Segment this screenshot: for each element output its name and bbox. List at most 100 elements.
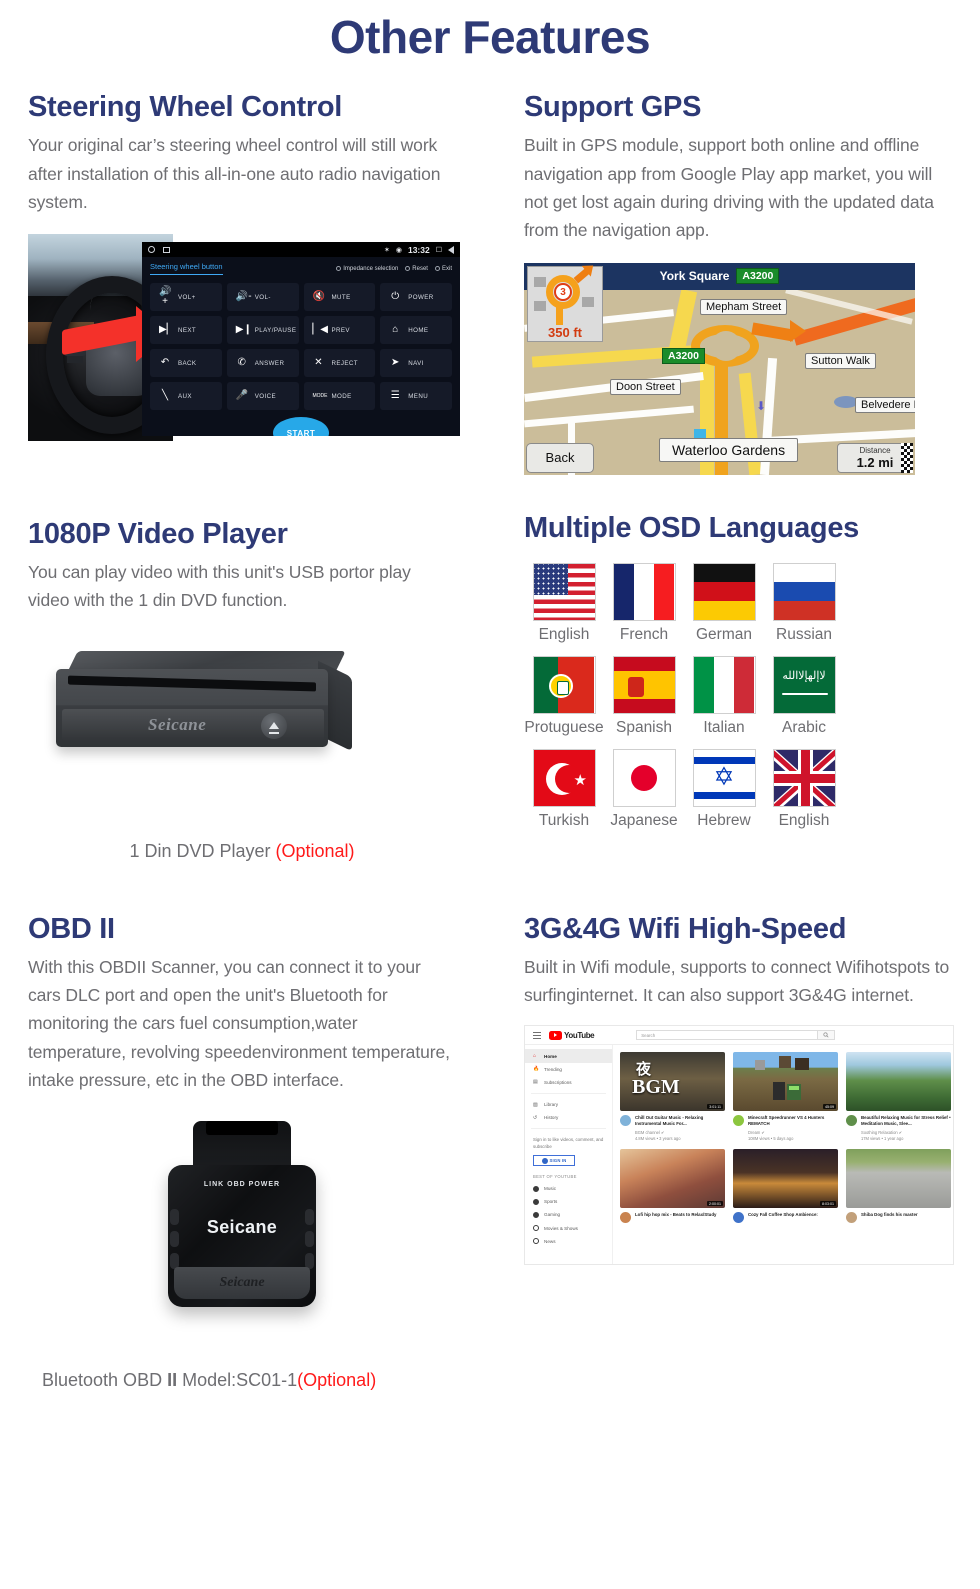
swc-button-home[interactable]: ⌂ HOME — [380, 316, 452, 345]
video-title[interactable]: Lofi hip hop mix - Beats to Relax/Study — [635, 1212, 716, 1218]
youtube-logo[interactable]: YouTube — [549, 1030, 595, 1040]
best-item-gaming[interactable]: Gaming — [525, 1208, 612, 1221]
swc-button-power[interactable]: ⏻ POWER — [380, 283, 452, 312]
sidebar-item-home[interactable]: ⌂ Home — [525, 1049, 612, 1063]
next-turn-indicator: 3 350 ft — [527, 265, 603, 342]
obd-connector — [193, 1121, 291, 1170]
video-meta: Shiba Dog finds his master — [846, 1211, 951, 1223]
section-video-player: 1080P Video Player You can play video wi… — [0, 475, 490, 862]
sidebar-item-label: Trending — [544, 1066, 562, 1072]
tab-steering-wheel-button[interactable]: Steering wheel button — [150, 262, 223, 276]
volume-up-icon: 🔊+ — [159, 286, 172, 308]
channel-avatar[interactable] — [620, 1211, 631, 1223]
trending-icon: 🔥 — [533, 1066, 540, 1073]
language-option-french[interactable]: French — [604, 562, 684, 644]
language-option-arabic[interactable]: لاإلهإلاالله Arabic — [764, 655, 844, 737]
sports-icon — [533, 1198, 539, 1205]
sidebar-item-library[interactable]: ▧ Library — [525, 1098, 612, 1111]
swc-button-navi[interactable]: ➤ NAVI — [380, 349, 452, 378]
swc-button-prev[interactable]: ▏◀ PREV — [303, 316, 376, 345]
video-thumbnail[interactable]: 45:09 — [733, 1052, 838, 1112]
video-thumbnail[interactable] — [846, 1149, 951, 1209]
sign-in-button[interactable]: SIGN IN — [533, 1155, 575, 1166]
video-card[interactable]: 夜 BGM 3:01:11 Chill Out Guitar Music - Rela… — [620, 1052, 725, 1141]
screen-tools: Impedance selection Reset Exit — [336, 266, 452, 272]
video-card[interactable]: 45:09 Minecraft Speedrunner VS 4 Hunters … — [733, 1052, 838, 1141]
video-thumbnail[interactable]: 8:03:01 — [733, 1149, 838, 1209]
language-option-italian[interactable]: Italian — [684, 655, 764, 737]
sidebar-item-subscriptions[interactable]: ▤ Subscriptions — [525, 1076, 612, 1089]
flag-de-icon — [692, 562, 756, 621]
start-button[interactable]: START — [273, 417, 329, 437]
video-title[interactable]: Cozy Fall Coffee Shop Ambience: — [748, 1212, 818, 1218]
video-card[interactable]: Shiba Dog finds his master — [846, 1149, 951, 1223]
language-option-hebrew[interactable]: ✡ Hebrew — [684, 748, 764, 830]
video-card[interactable]: Beautiful Relaxing Music for Stress Reli… — [846, 1052, 951, 1141]
swc-button-vol-[interactable]: 🔊- VOL- — [226, 283, 299, 312]
search-icon[interactable] — [818, 1030, 836, 1041]
home-circle-icon[interactable] — [148, 246, 155, 254]
video-card[interactable]: 8:03:01 Cozy Fall Coffee Shop Ambience: — [733, 1149, 838, 1223]
swc-button-menu[interactable]: ☰ MENU — [380, 382, 452, 411]
best-item-music[interactable]: Music — [525, 1182, 612, 1195]
back-button[interactable]: Back — [526, 442, 594, 473]
music-icon — [533, 1185, 539, 1192]
best-item-news[interactable]: News — [525, 1235, 612, 1248]
video-channel[interactable]: Soothing Relaxation ✔ — [861, 1130, 951, 1135]
section-obd-ii: OBD II With this OBDII Scanner, you can … — [0, 862, 490, 1392]
best-item-movies-shows[interactable]: Movies & Shows — [525, 1222, 612, 1235]
tool-exit[interactable]: Exit — [434, 266, 452, 272]
sidebar-item-trending[interactable]: 🔥 Trending — [525, 1063, 612, 1076]
swc-button-next[interactable]: ▶▏ NEXT — [150, 316, 222, 345]
recents-icon[interactable]: ☐ — [436, 246, 442, 254]
swc-button-back[interactable]: ↶ BACK — [150, 349, 222, 378]
video-card[interactable]: 2:00:01 Lofi hip hop mix - Beats to Relax… — [620, 1149, 725, 1223]
video-title[interactable]: Shiba Dog finds his master — [861, 1212, 918, 1218]
language-option-german[interactable]: German — [684, 562, 764, 644]
eject-icon[interactable] — [261, 712, 287, 739]
swc-button-answer[interactable]: ✆ ANSWER — [226, 349, 299, 378]
swc-button-voice[interactable]: 🎤 VOICE — [226, 382, 299, 411]
language-option-russian[interactable]: Russian — [764, 562, 844, 644]
language-option-japanese[interactable]: Japanese — [604, 748, 684, 830]
street-label: Belvedere Rd — [855, 396, 915, 413]
tool-impedance-selection[interactable]: Impedance selection — [336, 266, 398, 272]
language-option-turkish[interactable]: ★ Turkish — [524, 748, 604, 830]
swc-button-play-pause[interactable]: ▶❙ PLAY/PAUSE — [226, 316, 299, 345]
road — [524, 405, 694, 427]
video-thumbnail[interactable]: 夜 BGM 3:01:11 — [620, 1052, 725, 1112]
prev-track-icon: ▏◀ — [312, 324, 328, 336]
best-of-youtube-header: BEST OF YOUTUBE — [533, 1174, 577, 1179]
hamburger-menu-icon[interactable] — [533, 1032, 541, 1039]
video-channel[interactable]: BGM channel ✔ — [635, 1130, 725, 1135]
sidebar-item-history[interactable]: ↺ History — [525, 1111, 612, 1124]
tool-reset[interactable]: Reset — [405, 266, 428, 272]
language-option-spanish[interactable]: Spanish — [604, 655, 684, 737]
swc-button-label: PLAY/PAUSE — [254, 326, 297, 334]
search-input[interactable]: Search — [636, 1030, 819, 1041]
swc-button-mute[interactable]: 🔇 MUTE — [303, 283, 376, 312]
best-item-label: Sports — [544, 1199, 558, 1205]
swc-button-aux[interactable]: ╲ AUX — [150, 382, 222, 411]
best-item-sports[interactable]: Sports — [525, 1195, 612, 1208]
channel-avatar[interactable] — [846, 1211, 857, 1223]
back-icon[interactable] — [448, 245, 454, 254]
swc-button-reject[interactable]: ✕ REJECT — [303, 349, 376, 378]
swc-button-vol-[interactable]: 🔊+ VOL+ — [150, 283, 222, 312]
swc-button-mode[interactable]: MODE MODE — [303, 382, 376, 411]
language-option-english[interactable]: English — [764, 748, 844, 830]
channel-avatar[interactable] — [620, 1114, 631, 1126]
video-title[interactable]: Chill Out Guitar Music - Relaxing Instru… — [635, 1115, 725, 1128]
video-thumbnail[interactable] — [846, 1052, 951, 1112]
video-thumbnail[interactable]: 2:00:01 — [620, 1149, 725, 1209]
language-option-protuguese[interactable]: Protuguese — [524, 655, 604, 737]
video-title[interactable]: Minecraft Speedrunner VS 4 Hunters REMAT… — [748, 1115, 838, 1128]
apps-icon[interactable] — [163, 246, 170, 253]
language-option-english[interactable]: English — [524, 562, 604, 644]
video-channel[interactable]: Dream ✔ — [748, 1130, 838, 1135]
channel-avatar[interactable] — [733, 1114, 744, 1126]
channel-avatar[interactable] — [733, 1211, 744, 1223]
street-label: Waterloo Gardens — [659, 437, 799, 462]
video-title[interactable]: Beautiful Relaxing Music for Stress Reli… — [861, 1115, 951, 1128]
channel-avatar[interactable] — [846, 1114, 857, 1126]
